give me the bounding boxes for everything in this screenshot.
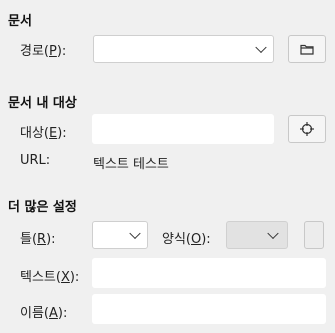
form-label-pre: 양식( bbox=[162, 232, 191, 247]
form-events-button[interactable] bbox=[304, 221, 324, 249]
form-label-key: O bbox=[191, 232, 202, 247]
target-input[interactable] bbox=[92, 114, 274, 144]
target-label-post: ): bbox=[57, 126, 67, 141]
url-label: URL: bbox=[20, 153, 51, 168]
path-label: 경로(P): bbox=[20, 40, 66, 59]
text-label-key: X bbox=[60, 270, 70, 285]
name-label-key: A bbox=[49, 306, 58, 321]
path-label-post: ): bbox=[56, 44, 67, 59]
path-label-pre: 경로( bbox=[20, 44, 49, 59]
path-combobox[interactable] bbox=[93, 35, 274, 63]
target-label: 대상(E): bbox=[20, 122, 67, 141]
frame-label-pre: 틀( bbox=[20, 232, 38, 247]
text-input[interactable] bbox=[92, 258, 326, 288]
url-value: 텍스트 테스트 bbox=[93, 157, 169, 172]
target-label-pre: 대상( bbox=[20, 126, 49, 141]
open-file-button[interactable] bbox=[288, 35, 326, 63]
name-label-pre: 이름( bbox=[20, 306, 49, 321]
form-chevron-down-icon[interactable] bbox=[267, 227, 279, 240]
path-label-key: P bbox=[49, 44, 57, 59]
section-title-document: 문서 bbox=[8, 14, 32, 29]
text-label: 텍스트(X): bbox=[20, 266, 79, 285]
section-title-target: 문서 내 대상 bbox=[8, 96, 77, 111]
section-title-more: 더 많은 설정 bbox=[8, 200, 77, 215]
name-input[interactable] bbox=[92, 294, 326, 324]
text-label-pre: 텍스트( bbox=[20, 270, 61, 285]
crosshair-icon bbox=[300, 122, 314, 136]
frame-label: 틀(R): bbox=[20, 228, 56, 247]
form-label-post: ): bbox=[201, 232, 211, 247]
frame-label-post: ): bbox=[46, 232, 56, 247]
text-label-post: ): bbox=[69, 270, 80, 285]
target-select-button[interactable] bbox=[288, 115, 326, 143]
frame-combobox[interactable] bbox=[92, 221, 148, 249]
frame-label-key: R bbox=[37, 232, 47, 247]
target-label-key: E bbox=[49, 126, 58, 141]
chevron-down-icon[interactable] bbox=[255, 41, 267, 54]
form-label: 양식(O): bbox=[162, 228, 211, 247]
name-label: 이름(A): bbox=[20, 302, 67, 321]
name-label-post: ): bbox=[57, 306, 68, 321]
frame-chevron-down-icon[interactable] bbox=[129, 227, 141, 240]
form-combobox[interactable] bbox=[226, 221, 288, 249]
folder-icon bbox=[300, 44, 314, 55]
